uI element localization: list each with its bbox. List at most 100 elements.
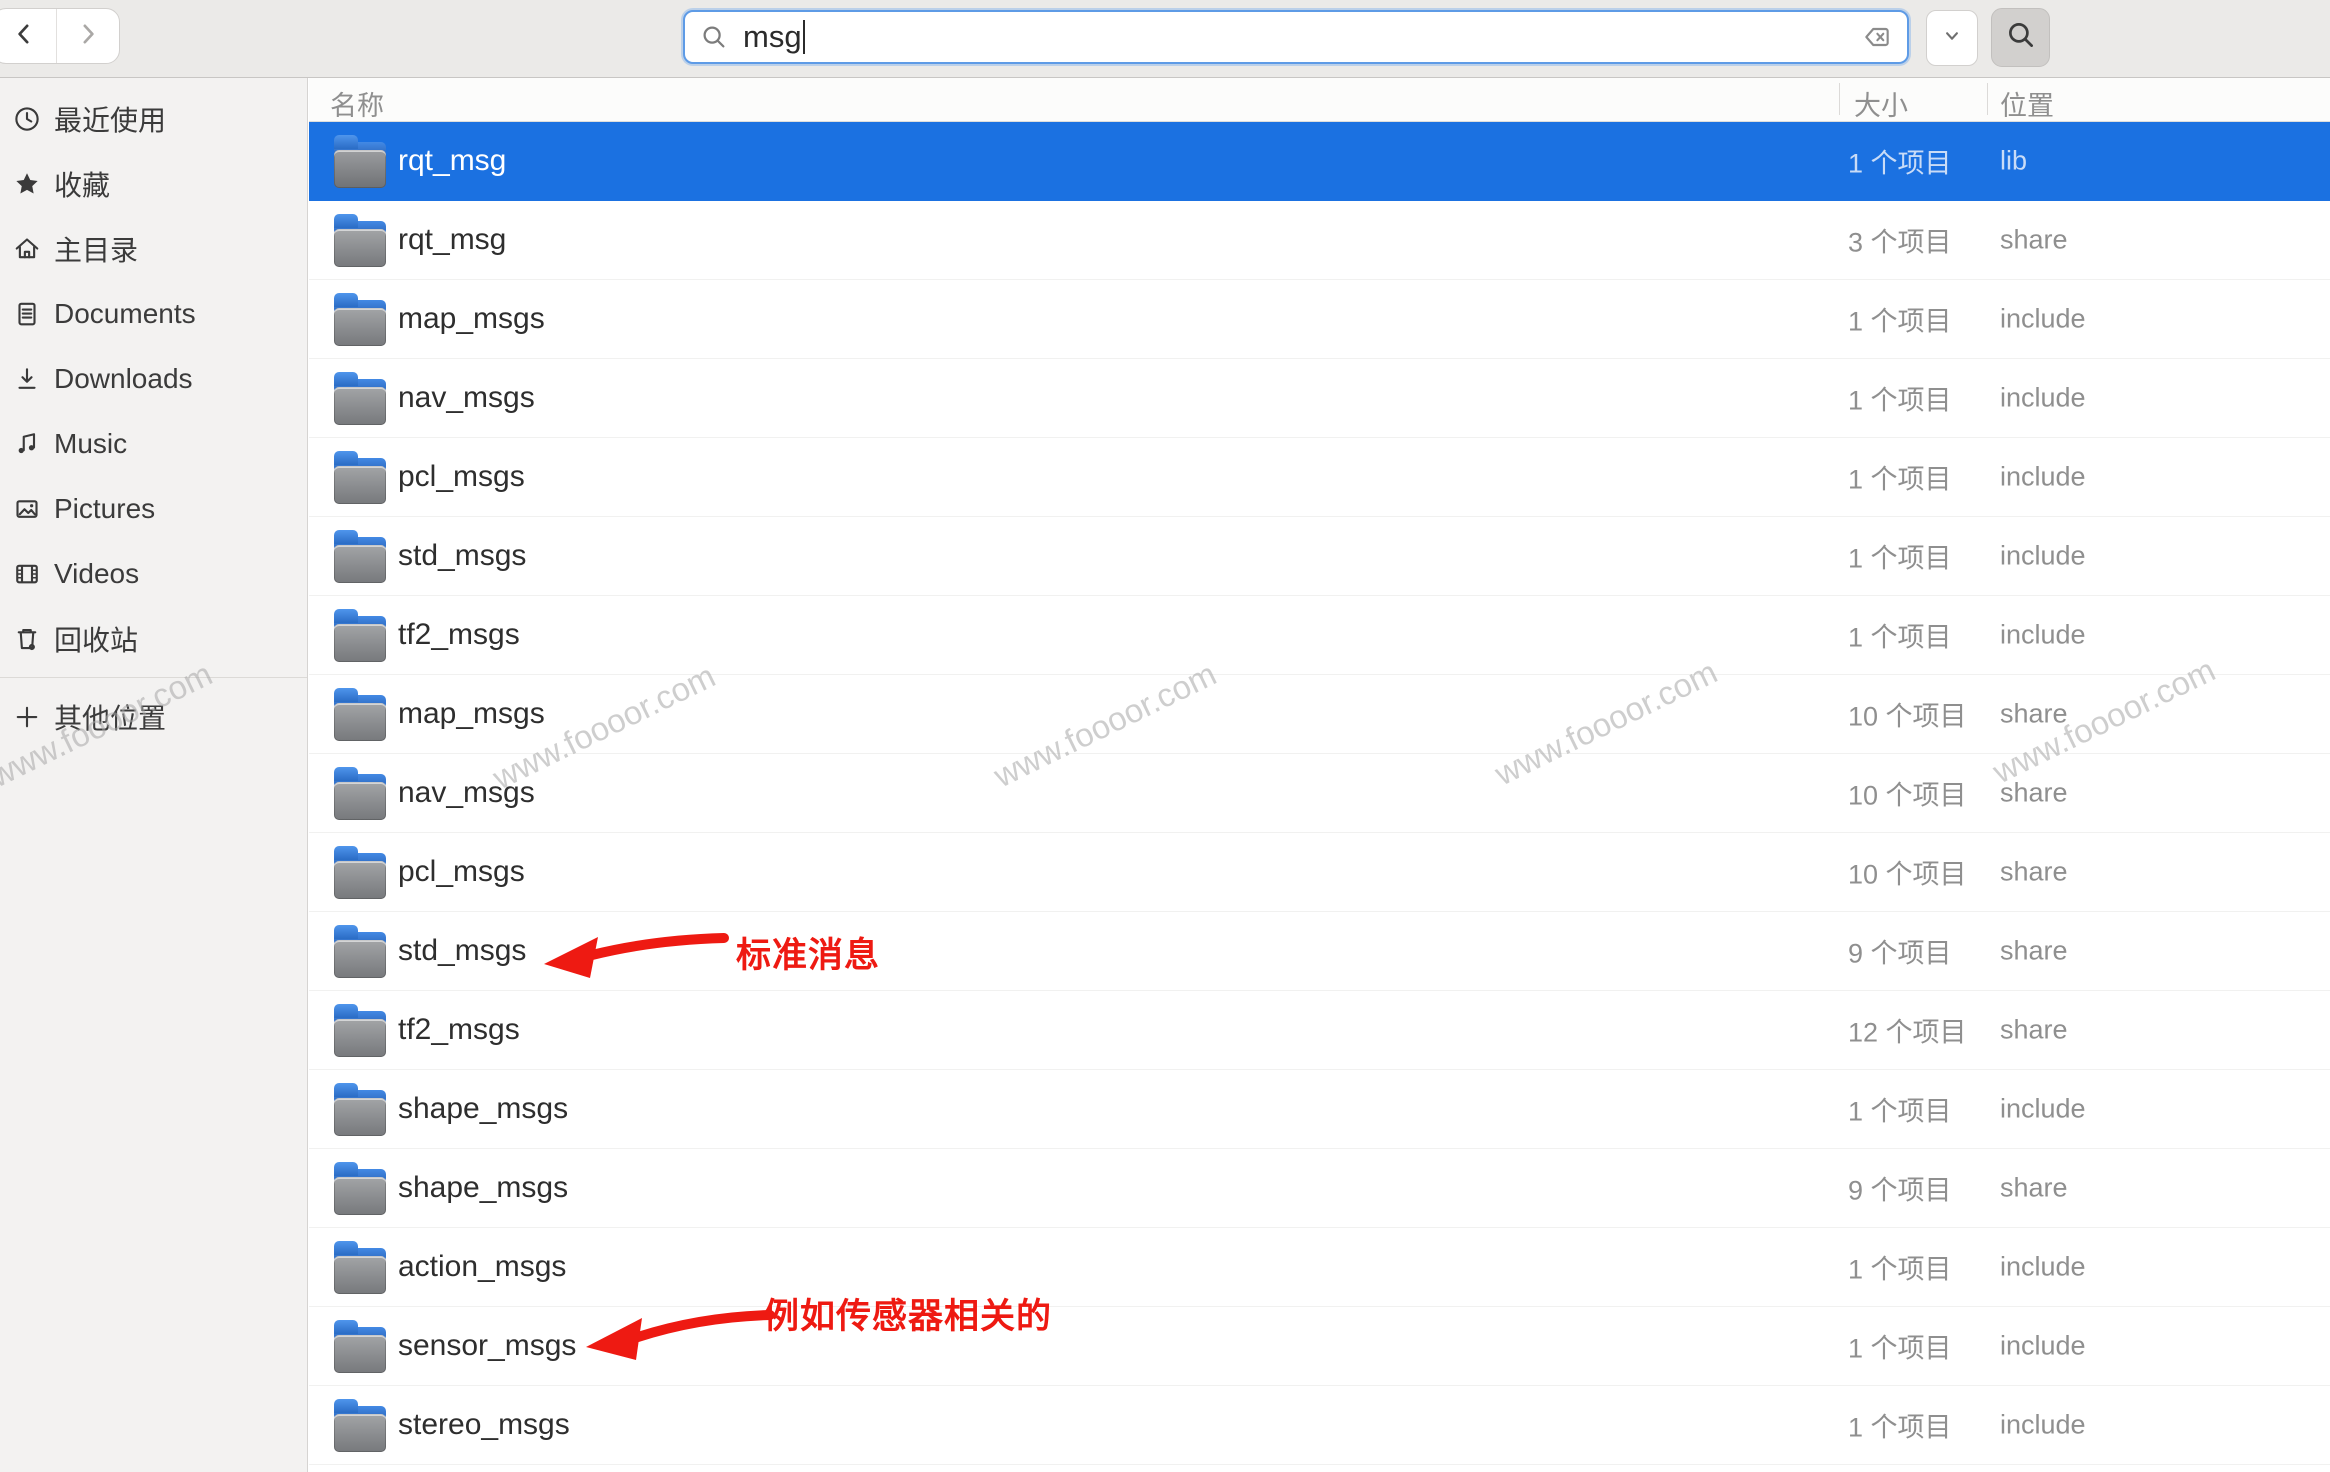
file-size: 10 个项目 <box>1848 695 1967 734</box>
folder-icon <box>334 451 386 504</box>
file-name: rqt_msg <box>398 144 506 178</box>
music-icon <box>12 429 42 459</box>
folder-icon <box>334 530 386 583</box>
file-name: sensor_msgs <box>398 1329 576 1363</box>
file-row[interactable]: pcl_msgs 10 个项目 share <box>309 833 2330 912</box>
file-row[interactable]: stereo_msgs 1 个项目 include <box>309 1386 2330 1465</box>
column-header-size[interactable]: 大小 <box>1854 84 1908 123</box>
file-row[interactable]: rqt_msg 1 个项目 lib <box>309 122 2330 201</box>
file-location: share <box>2000 1173 2068 1204</box>
videos-icon <box>12 559 42 589</box>
sidebar-item-label: 回收站 <box>54 619 138 659</box>
file-size: 1 个项目 <box>1848 537 1952 576</box>
folder-icon <box>334 135 386 188</box>
text-caret <box>803 20 805 54</box>
search-options-dropdown[interactable] <box>1926 10 1978 66</box>
pictures-icon <box>12 494 42 524</box>
sidebar-item-home[interactable]: 主目录 <box>0 216 307 281</box>
folder-icon <box>334 372 386 425</box>
sidebar-item-label: Documents <box>54 298 196 330</box>
sidebar-item-label: Downloads <box>54 363 193 395</box>
sidebar-item-recent[interactable]: 最近使用 <box>0 86 307 151</box>
file-size: 1 个项目 <box>1848 1090 1952 1129</box>
file-row[interactable]: shape_msgs 1 个项目 include <box>309 1070 2330 1149</box>
file-size: 1 个项目 <box>1848 1406 1952 1445</box>
home-icon <box>12 234 42 264</box>
file-name: nav_msgs <box>398 776 535 810</box>
sidebar-item-documents[interactable]: Documents <box>0 281 307 346</box>
sidebar-item-other-locations[interactable]: 其他位置 <box>0 684 307 749</box>
file-size: 1 个项目 <box>1848 300 1952 339</box>
file-size: 1 个项目 <box>1848 458 1952 497</box>
folder-icon <box>334 1083 386 1136</box>
sidebar-item-pictures[interactable]: Pictures <box>0 476 307 541</box>
file-name: action_msgs <box>398 1250 566 1284</box>
list-column-header: 名称 大小 位置 <box>309 78 2330 122</box>
file-row[interactable]: nav_msgs 1 个项目 include <box>309 359 2330 438</box>
file-row[interactable]: map_msgs 10 个项目 share <box>309 675 2330 754</box>
folder-icon <box>334 1399 386 1452</box>
forward-button[interactable] <box>57 9 120 63</box>
file-row[interactable]: rqt_msg 3 个项目 share <box>309 201 2330 280</box>
search-input[interactable]: msg <box>683 10 1909 64</box>
chevron-down-icon <box>1939 23 1965 54</box>
file-name: tf2_msgs <box>398 1013 520 1047</box>
file-location: share <box>2000 778 2068 809</box>
file-size: 3 个项目 <box>1848 221 1952 260</box>
folder-icon <box>334 688 386 741</box>
sidebar-item-videos[interactable]: Videos <box>0 541 307 606</box>
header-bar: msg <box>0 0 2330 78</box>
file-size: 9 个项目 <box>1848 932 1952 971</box>
file-name: stereo_msgs <box>398 1408 570 1442</box>
search-icon <box>2004 18 2038 57</box>
search-toggle-button[interactable] <box>1991 8 2050 67</box>
file-location: include <box>2000 1331 2086 1362</box>
file-location: include <box>2000 383 2086 414</box>
chevron-right-icon <box>73 19 103 54</box>
file-name: tf2_msgs <box>398 618 520 652</box>
file-name: map_msgs <box>398 697 545 731</box>
sidebar-item-starred[interactable]: 收藏 <box>0 151 307 216</box>
sidebar-item-trash[interactable]: 回收站 <box>0 606 307 671</box>
other-locations-icon <box>12 702 42 732</box>
file-size: 1 个项目 <box>1848 379 1952 418</box>
column-header-name[interactable]: 名称 <box>330 84 384 123</box>
downloads-icon <box>12 364 42 394</box>
file-row[interactable]: sensor_msgs 1 个项目 include <box>309 1307 2330 1386</box>
file-row[interactable]: std_msgs 1 个项目 include <box>309 517 2330 596</box>
column-separator <box>1839 83 1840 115</box>
file-row[interactable]: action_msgs 1 个项目 include <box>309 1228 2330 1307</box>
file-row[interactable]: map_msgs 1 个项目 include <box>309 280 2330 359</box>
file-row[interactable]: tf2_msgs 12 个项目 share <box>309 991 2330 1070</box>
folder-icon <box>334 1004 386 1057</box>
file-row[interactable]: tf2_msgs 1 个项目 include <box>309 596 2330 675</box>
places-sidebar: 最近使用收藏主目录 Documents Downloads MusicPictures… <box>0 78 308 1472</box>
sidebar-item-downloads[interactable]: Downloads <box>0 346 307 411</box>
file-size: 10 个项目 <box>1848 853 1967 892</box>
trash-icon <box>12 624 42 654</box>
column-header-location[interactable]: 位置 <box>2000 84 2054 123</box>
file-name: nav_msgs <box>398 381 535 415</box>
file-size: 1 个项目 <box>1848 1327 1952 1366</box>
file-name: pcl_msgs <box>398 460 525 494</box>
sidebar-item-label: 收藏 <box>54 164 110 204</box>
back-button[interactable] <box>0 9 57 63</box>
file-name: std_msgs <box>398 539 526 573</box>
file-row[interactable]: std_msgs 9 个项目 share <box>309 912 2330 991</box>
file-size: 9 个项目 <box>1848 1169 1952 1208</box>
clear-search-icon[interactable] <box>1861 21 1893 53</box>
file-row[interactable]: pcl_msgs 1 个项目 include <box>309 438 2330 517</box>
file-name: shape_msgs <box>398 1092 568 1126</box>
file-row[interactable]: nav_msgs 10 个项目 share <box>309 754 2330 833</box>
file-name: std_msgs <box>398 934 526 968</box>
sidebar-item-music[interactable]: Music <box>0 411 307 476</box>
file-location: include <box>2000 1410 2086 1441</box>
file-row[interactable]: shape_msgs 9 个项目 share <box>309 1149 2330 1228</box>
sidebar-divider <box>0 677 307 678</box>
recent-icon <box>12 104 42 134</box>
file-size: 10 个项目 <box>1848 774 1967 813</box>
file-location: share <box>2000 857 2068 888</box>
folder-icon <box>334 1241 386 1294</box>
file-location: include <box>2000 541 2086 572</box>
sidebar-item-label: Videos <box>54 558 139 590</box>
